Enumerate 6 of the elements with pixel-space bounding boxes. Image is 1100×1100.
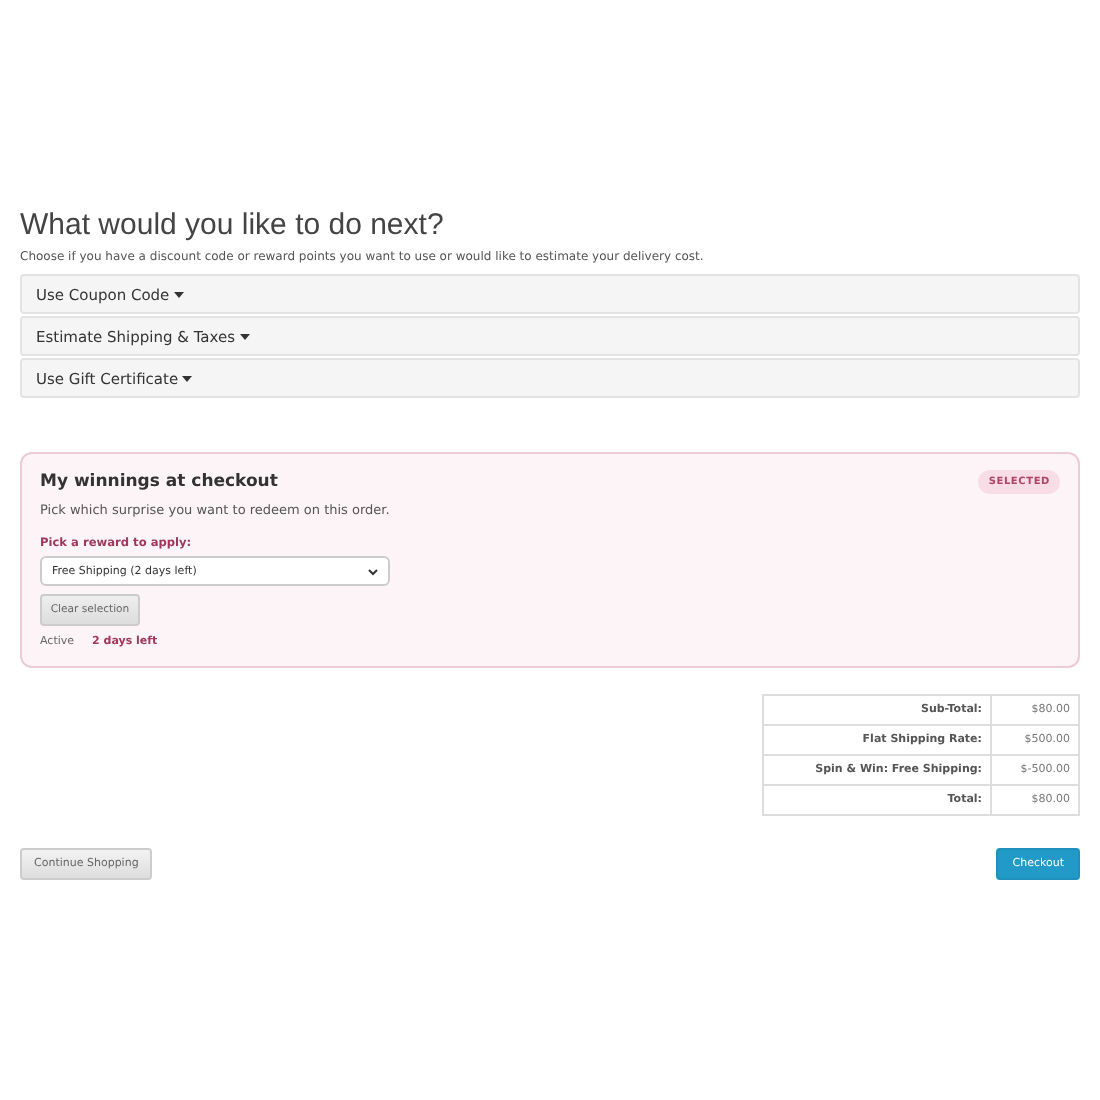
caret-icon: [173, 291, 184, 297]
page-heading: What would you like to do next?: [20, 208, 446, 242]
caret-icon: [182, 375, 193, 381]
caret-icon: [239, 333, 250, 339]
card-title: My winnings at checkout: [40, 472, 278, 492]
chevron-icon: [368, 567, 378, 575]
